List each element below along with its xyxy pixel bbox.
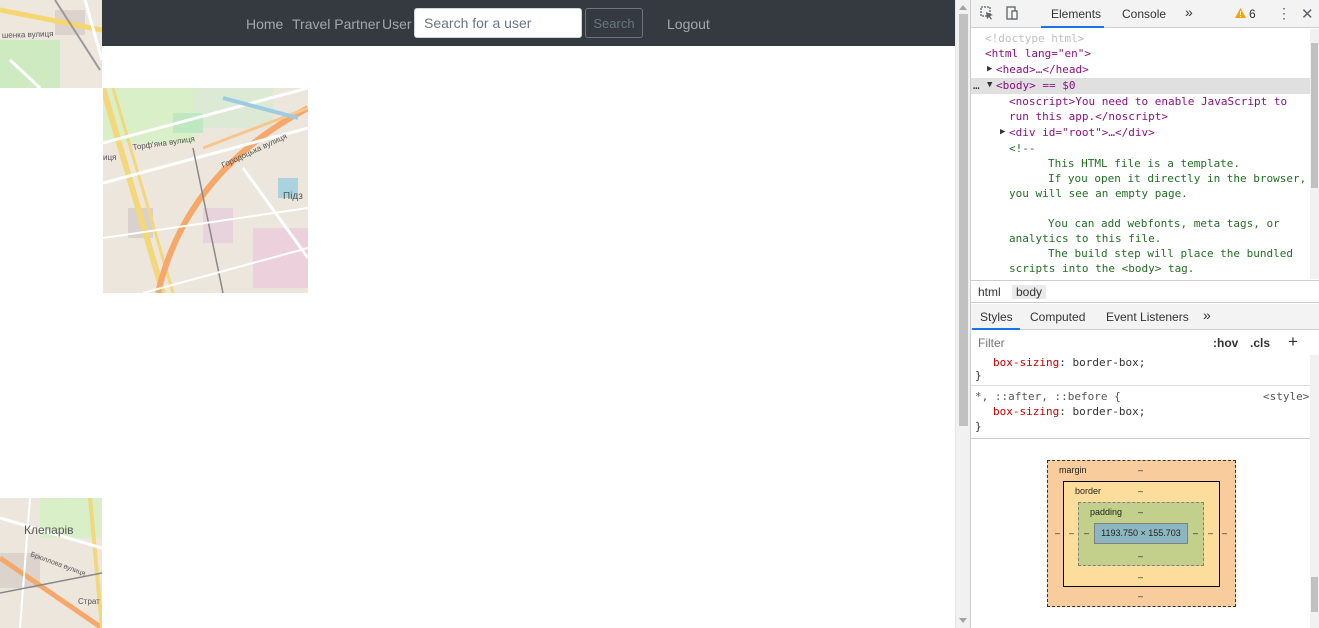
scroll-down-arrow-icon[interactable] — [959, 618, 967, 623]
devtools-toolbar: Elements Console » 6 ⋮ ✕ — [971, 0, 1319, 28]
cls-toggle[interactable]: .cls — [1250, 336, 1270, 350]
tab-console[interactable]: Console — [1122, 7, 1166, 21]
elements-scrollbar[interactable] — [1310, 29, 1319, 279]
expand-triangle-icon[interactable]: ▶ — [987, 62, 992, 78]
box-model-content[interactable]: 1193.750 × 155.703 — [1094, 523, 1188, 544]
border-bottom-value[interactable]: – — [1138, 572, 1143, 582]
search-input[interactable] — [414, 8, 582, 38]
comment-text: If you open it directly in the browser, — [1048, 172, 1307, 185]
border-top-value[interactable]: – — [1138, 486, 1143, 496]
map-label: шенка вулиця — [2, 29, 54, 40]
tab-styles[interactable]: Styles — [980, 310, 1013, 324]
elements-tree: <!doctype html> <html lang="en"> ▶ <head… — [971, 29, 1319, 279]
padding-right-value[interactable]: – — [1193, 528, 1198, 538]
map-tile[interactable]: Клепарів Брюллова вулиця Страт — [0, 498, 102, 628]
doctype-node[interactable]: <!doctype html> — [985, 31, 1084, 47]
comment-text: you will see an empty page. — [1009, 187, 1188, 200]
rule-selector[interactable]: *, ::after, ::before { — [975, 389, 1121, 404]
kebab-menu-icon[interactable]: ⋮ — [1277, 5, 1291, 22]
map-label: иця — [103, 153, 116, 162]
margin-top-value[interactable]: – — [1138, 465, 1143, 475]
active-tab-indicator — [1041, 26, 1104, 28]
map-tile[interactable]: Торф'яна вулиця Городоцька вулиця Підз и… — [103, 88, 308, 293]
noscript-node-cont: run this app.</noscript> — [1009, 110, 1168, 123]
styles-filter-bar: :hov .cls + — [971, 331, 1319, 355]
styles-scrollbar[interactable] — [1310, 355, 1319, 628]
scroll-up-arrow-icon[interactable] — [959, 5, 967, 10]
border-label: border — [1075, 486, 1102, 496]
nav-link-travel-partner[interactable]: Travel Partner — [292, 16, 380, 32]
padding-top-value[interactable]: – — [1138, 507, 1143, 517]
search-button[interactable]: Search — [585, 8, 643, 38]
scrollbar-thumb[interactable] — [1311, 43, 1318, 188]
warning-count[interactable]: 6 — [1249, 7, 1256, 21]
breadcrumb-html[interactable]: html — [974, 285, 1005, 299]
head-node[interactable]: <head>…</head> — [996, 62, 1089, 78]
collapse-triangle-icon[interactable]: ▼ — [987, 78, 992, 94]
tab-computed[interactable]: Computed — [1030, 310, 1085, 324]
nav-link-user[interactable]: User — [382, 16, 412, 32]
css-declaration[interactable]: box-sizing: border-box; — [993, 404, 1145, 419]
more-tabs-icon[interactable]: » — [1203, 307, 1211, 323]
margin-left-value[interactable]: – — [1055, 528, 1060, 538]
page-scrollbar[interactable] — [955, 0, 970, 628]
map-label: Підз — [283, 191, 303, 202]
comment-text: The build step will place the bundled — [1048, 247, 1294, 260]
map-label: Страт — [78, 597, 100, 606]
active-tab-indicator — [972, 328, 1020, 330]
more-tabs-icon[interactable]: » — [1185, 4, 1193, 20]
margin-label: margin — [1059, 465, 1087, 475]
comment-text: This HTML file is a template. — [1048, 157, 1241, 170]
margin-right-value[interactable]: – — [1222, 528, 1227, 538]
css-declaration[interactable]: box-sizing: border-box; — [993, 355, 1145, 370]
comment-text: analytics to this file. — [1009, 232, 1162, 245]
scrollbar-thumb[interactable] — [1311, 577, 1318, 612]
map-label: Клепарів — [24, 523, 74, 537]
styles-filter-input[interactable] — [974, 333, 1203, 353]
ellipsis-icon[interactable]: … — [973, 78, 980, 94]
rule-close-brace: } — [975, 369, 982, 382]
inspect-element-icon[interactable] — [980, 6, 994, 23]
tab-elements[interactable]: Elements — [1051, 7, 1101, 21]
breadcrumb-body[interactable]: body — [1012, 285, 1047, 299]
warning-icon[interactable] — [1235, 7, 1246, 21]
padding-left-value[interactable]: – — [1084, 528, 1089, 538]
comment-text: You can add webfonts, meta tags, or — [1048, 217, 1280, 230]
margin-bottom-value[interactable]: – — [1138, 591, 1143, 601]
expand-triangle-icon[interactable]: ▶ — [1000, 125, 1005, 141]
box-model-diagram: 1193.750 × 155.703 margin – – – – border… — [971, 438, 1319, 628]
new-rule-plus-icon[interactable]: + — [1288, 332, 1298, 352]
body-node[interactable]: <body> == $0 — [996, 78, 1075, 94]
noscript-node[interactable]: <noscript>You need to enable JavaScript … — [1009, 94, 1287, 110]
padding-bottom-value[interactable]: – — [1138, 551, 1143, 561]
logout-link[interactable]: Logout — [667, 16, 710, 32]
comment-text: scripts into the <body> tag. — [1009, 262, 1195, 275]
div-root-node[interactable]: <div id="root">…</div> — [1009, 125, 1155, 141]
rule-source-link[interactable]: <style> — [1263, 389, 1309, 404]
rule-divider — [971, 385, 1311, 386]
border-right-value[interactable]: – — [1208, 528, 1213, 538]
rule-close-brace: } — [975, 420, 982, 433]
navbar: Home Travel Partner User Search Logout — [102, 0, 955, 46]
hov-toggle[interactable]: :hov — [1213, 336, 1238, 350]
padding-label: padding — [1090, 507, 1123, 517]
html-node[interactable]: <html lang="en"> — [985, 46, 1091, 62]
border-left-value[interactable]: – — [1069, 528, 1074, 538]
comment-node[interactable]: <!-- — [1009, 141, 1036, 157]
tab-event-listeners[interactable]: Event Listeners — [1106, 310, 1189, 324]
close-icon[interactable]: ✕ — [1301, 5, 1314, 23]
nav-link-home[interactable]: Home — [246, 16, 283, 32]
breadcrumb: html body — [971, 280, 1319, 303]
web-page: шенка вулиця Торф'яна вулиця Городоцька … — [0, 0, 955, 628]
devtools-panel: Elements Console » 6 ⋮ ✕ <!doctype html>… — [970, 0, 1319, 628]
device-toolbar-icon[interactable] — [1005, 6, 1019, 23]
styles-tabbar: Styles Computed Event Listeners » — [971, 304, 1319, 330]
scrollbar-thumb[interactable] — [959, 14, 968, 426]
map-tile[interactable]: шенка вулиця — [0, 0, 102, 88]
style-rules: box-sizing: border-box; } *, ::after, ::… — [971, 355, 1311, 437]
